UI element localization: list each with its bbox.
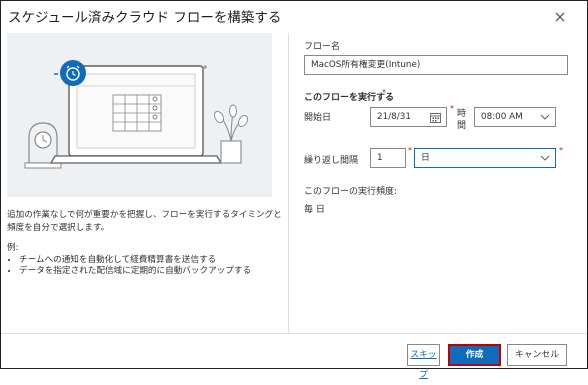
frequency-value: 毎 日	[304, 205, 325, 215]
chevron-down-icon	[540, 114, 550, 120]
examples-heading: 例:	[7, 243, 19, 253]
vertical-divider	[288, 33, 289, 333]
laptop-calendar-illustration	[24, 60, 249, 169]
dialog-title: スケジュール済みクラウド フローを構築する	[8, 10, 282, 26]
calendar-icon[interactable]	[430, 112, 441, 123]
run-label: このフローを実行する	[304, 93, 395, 103]
required-marker: *	[559, 146, 563, 155]
time-label: 時間	[457, 109, 467, 131]
time-select[interactable]: 08:00 AM	[474, 107, 556, 127]
plant-icon	[213, 104, 249, 164]
skip-button[interactable]: スキップ	[407, 344, 440, 380]
close-icon[interactable]	[553, 10, 567, 24]
examples-list: チームへの通知を自動化して経費精算書を送信する データを指定された配信域に定期的…	[7, 255, 251, 278]
repeat-unit-select[interactable]: 日	[414, 148, 556, 168]
create-button[interactable]: 作成	[448, 344, 501, 366]
calendar-grid-icon	[112, 94, 162, 132]
description-text: 追加の作業なしで何が重要かを把握し、フローを実行するタイミングと頻度を自分で選択…	[7, 210, 282, 233]
footer-divider	[1, 333, 587, 334]
alarm-clock-icon	[54, 60, 86, 86]
required-marker: *	[408, 146, 412, 155]
cancel-button[interactable]: キャンセル	[507, 344, 567, 366]
repeat-unit-value: 日	[421, 153, 430, 163]
time-value: 08:00 AM	[481, 112, 523, 122]
start-label: 開始日	[304, 113, 332, 123]
required-marker: *	[450, 104, 454, 113]
example-item: データを指定された配信域に定期的に自動バックアップする	[19, 266, 251, 278]
required-marker: *	[382, 88, 386, 97]
description: 追加の作業なしで何が重要かを把握し、フローを実行するタイミングと頻度を自分で選択…	[7, 209, 282, 235]
frequency-label: このフローの実行頻度:	[304, 187, 398, 197]
start-date-input[interactable]: 21/8/31	[370, 107, 447, 127]
illustration	[7, 33, 272, 197]
flow-name-input[interactable]: MacOS所有権変更(Intune)	[304, 55, 568, 75]
flow-name-label: フロー名	[304, 42, 341, 52]
examples-block: 例: チームへの通知を自動化して経費精算書を送信する データを指定された配信域に…	[7, 243, 251, 278]
chevron-down-icon	[540, 155, 550, 161]
start-date-value: 21/8/31	[377, 112, 411, 122]
repeat-count-input[interactable]: 1	[370, 148, 406, 168]
repeat-label: 繰り返し間隔	[304, 156, 359, 166]
example-item: チームへの通知を自動化して経費精算書を送信する	[19, 255, 251, 267]
